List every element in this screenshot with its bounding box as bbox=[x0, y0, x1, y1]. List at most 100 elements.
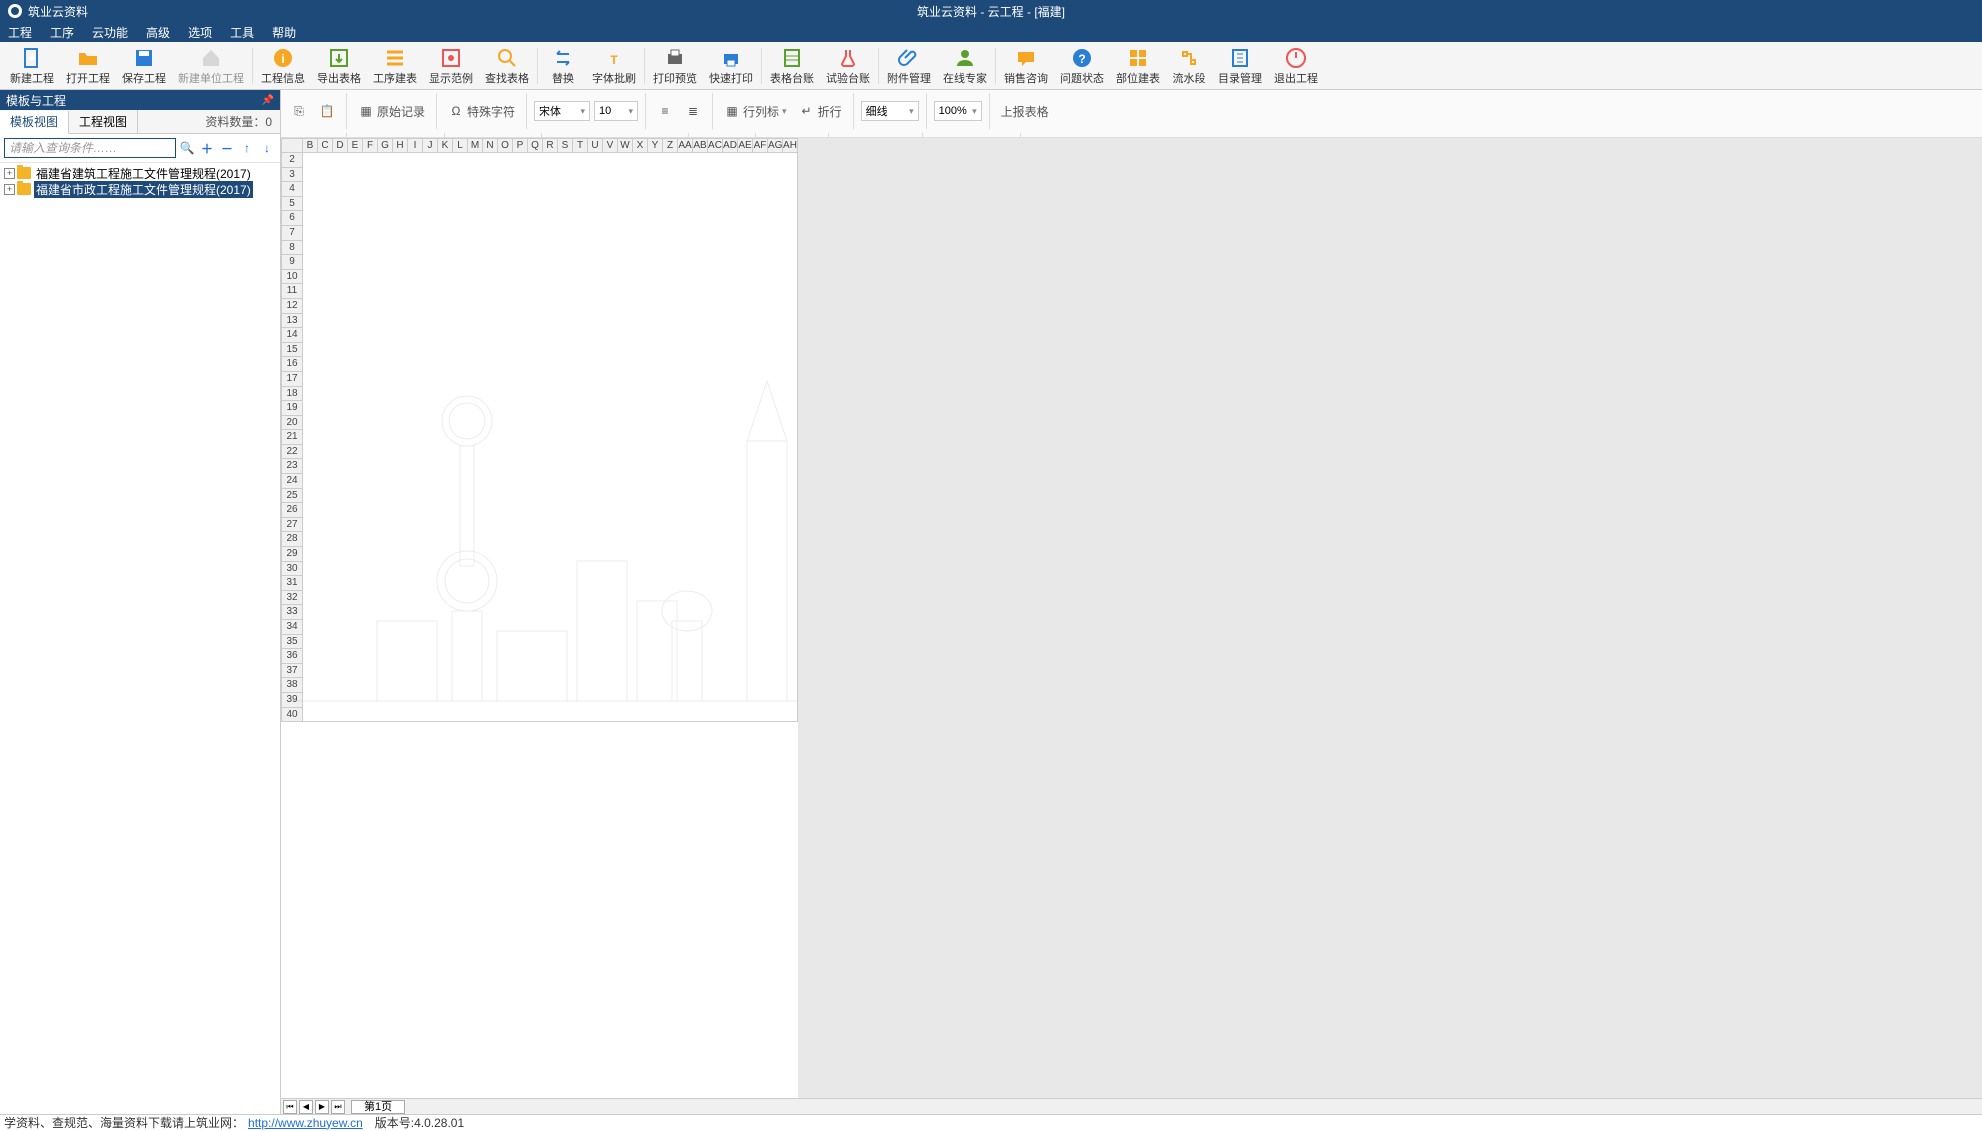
combo-100%[interactable]: 100% bbox=[934, 101, 982, 121]
col-header-V[interactable]: V bbox=[603, 138, 618, 153]
remove-icon[interactable]: － bbox=[218, 139, 236, 157]
col-header-N[interactable]: N bbox=[483, 138, 498, 153]
ribbon-上报表格[interactable]: 上报表格 bbox=[997, 101, 1053, 122]
sheet-prev-icon[interactable]: ◀ bbox=[299, 1100, 313, 1114]
row-header-10[interactable]: 10 bbox=[281, 270, 303, 285]
status-link[interactable]: http://www.zhuyew.cn bbox=[248, 1116, 363, 1130]
toolbar-显示范例[interactable]: 显示范例 bbox=[423, 44, 479, 88]
col-header-T[interactable]: T bbox=[573, 138, 588, 153]
col-header-AG[interactable]: AG bbox=[768, 138, 783, 153]
row-header-32[interactable]: 32 bbox=[281, 591, 303, 606]
col-header-J[interactable]: J bbox=[423, 138, 438, 153]
sheet-last-icon[interactable]: ⏭ bbox=[331, 1100, 345, 1114]
col-header-C[interactable]: C bbox=[318, 138, 333, 153]
toolbar-流水段[interactable]: 流水段 bbox=[1166, 44, 1212, 88]
row-header-17[interactable]: 17 bbox=[281, 372, 303, 387]
toolbar-保存工程[interactable]: 保存工程 bbox=[116, 44, 172, 88]
menu-6[interactable]: 帮助 bbox=[272, 24, 296, 41]
col-header-E[interactable]: E bbox=[348, 138, 363, 153]
row-header-6[interactable]: 6 bbox=[281, 211, 303, 226]
down-icon[interactable]: ↓ bbox=[258, 139, 276, 157]
row-header-7[interactable]: 7 bbox=[281, 226, 303, 241]
toolbar-字体批刷[interactable]: T字体批刷 bbox=[586, 44, 642, 88]
row-header-21[interactable]: 21 bbox=[281, 430, 303, 445]
col-header-AE[interactable]: AE bbox=[738, 138, 753, 153]
combo-10[interactable]: 10 bbox=[594, 101, 638, 121]
sheet-first-icon[interactable]: ⏮ bbox=[283, 1100, 297, 1114]
expand-icon[interactable]: + bbox=[4, 184, 15, 195]
row-header-14[interactable]: 14 bbox=[281, 328, 303, 343]
menu-4[interactable]: 选项 bbox=[188, 24, 212, 41]
toolbar-打印预览[interactable]: 打印预览 bbox=[647, 44, 703, 88]
col-header-AH[interactable]: AH bbox=[783, 138, 798, 153]
row-header-36[interactable]: 36 bbox=[281, 649, 303, 664]
row-header-12[interactable]: 12 bbox=[281, 299, 303, 314]
toolbar-在线专家[interactable]: 在线专家 bbox=[937, 44, 993, 88]
row-header-37[interactable]: 37 bbox=[281, 664, 303, 679]
ribbon-行列标[interactable]: ▦行列标▾ bbox=[720, 101, 791, 122]
col-header-M[interactable]: M bbox=[468, 138, 483, 153]
col-header-AC[interactable]: AC bbox=[708, 138, 723, 153]
col-header-H[interactable]: H bbox=[393, 138, 408, 153]
toolbar-工序建表[interactable]: 工序建表 bbox=[367, 44, 423, 88]
col-header-Q[interactable]: Q bbox=[528, 138, 543, 153]
toolbar-快速打印[interactable]: 快速打印 bbox=[703, 44, 759, 88]
menu-1[interactable]: 工序 bbox=[50, 24, 74, 41]
menu-3[interactable]: 高级 bbox=[146, 24, 170, 41]
row-header-15[interactable]: 15 bbox=[281, 343, 303, 358]
menu-5[interactable]: 工具 bbox=[230, 24, 254, 41]
tree-item-0[interactable]: +福建省建筑工程施工文件管理规程(2017) bbox=[0, 165, 280, 181]
up-icon[interactable]: ↑ bbox=[238, 139, 256, 157]
row-header-39[interactable]: 39 bbox=[281, 693, 303, 708]
col-header-K[interactable]: K bbox=[438, 138, 453, 153]
row-header-38[interactable]: 38 bbox=[281, 678, 303, 693]
col-header-P[interactable]: P bbox=[513, 138, 528, 153]
expand-icon[interactable]: + bbox=[4, 168, 15, 179]
row-header-25[interactable]: 25 bbox=[281, 489, 303, 504]
menu-0[interactable]: 工程 bbox=[8, 24, 32, 41]
ribbon-copy[interactable]: ⎘ bbox=[287, 101, 311, 121]
row-header-31[interactable]: 31 bbox=[281, 576, 303, 591]
search-icon[interactable]: 🔍 bbox=[178, 139, 196, 157]
row-header-23[interactable]: 23 bbox=[281, 459, 303, 474]
row-header-27[interactable]: 27 bbox=[281, 518, 303, 533]
ribbon-align-left[interactable]: ≡ bbox=[653, 101, 677, 121]
toolbar-目录管理[interactable]: 目录管理 bbox=[1212, 44, 1268, 88]
row-header-28[interactable]: 28 bbox=[281, 532, 303, 547]
row-header-5[interactable]: 5 bbox=[281, 197, 303, 212]
toolbar-新建工程[interactable]: 新建工程 bbox=[4, 44, 60, 88]
row-header-34[interactable]: 34 bbox=[281, 620, 303, 635]
row-header-8[interactable]: 8 bbox=[281, 241, 303, 256]
tab-template-view[interactable]: 模板视图 bbox=[0, 111, 69, 134]
toolbar-问题状态[interactable]: ?问题状态 bbox=[1054, 44, 1110, 88]
pin-icon[interactable]: 📌 bbox=[262, 95, 274, 106]
row-header-3[interactable]: 3 bbox=[281, 168, 303, 183]
col-header-D[interactable]: D bbox=[333, 138, 348, 153]
cells-area[interactable] bbox=[303, 153, 798, 722]
toolbar-替换[interactable]: 替换 bbox=[540, 44, 586, 88]
ribbon-折行[interactable]: ↵折行 bbox=[795, 101, 846, 122]
row-header-30[interactable]: 30 bbox=[281, 562, 303, 577]
col-header-R[interactable]: R bbox=[543, 138, 558, 153]
toolbar-销售咨询[interactable]: 销售咨询 bbox=[998, 44, 1054, 88]
ribbon-特殊字符[interactable]: Ω特殊字符 bbox=[444, 101, 519, 122]
row-header-4[interactable]: 4 bbox=[281, 182, 303, 197]
add-icon[interactable]: ＋ bbox=[198, 139, 216, 157]
toolbar-附件管理[interactable]: 附件管理 bbox=[881, 44, 937, 88]
col-header-I[interactable]: I bbox=[408, 138, 423, 153]
tab-project-view[interactable]: 工程视图 bbox=[69, 110, 138, 133]
col-header-X[interactable]: X bbox=[633, 138, 648, 153]
col-header-L[interactable]: L bbox=[453, 138, 468, 153]
toolbar-试验台账[interactable]: 试验台账 bbox=[820, 44, 876, 88]
row-header-35[interactable]: 35 bbox=[281, 635, 303, 650]
combo-宋体[interactable]: 宋体 bbox=[534, 101, 590, 121]
col-header-S[interactable]: S bbox=[558, 138, 573, 153]
col-header-B[interactable]: B bbox=[303, 138, 318, 153]
row-header-18[interactable]: 18 bbox=[281, 387, 303, 402]
row-header-26[interactable]: 26 bbox=[281, 503, 303, 518]
col-header-AB[interactable]: AB bbox=[693, 138, 708, 153]
toolbar-打开工程[interactable]: 打开工程 bbox=[60, 44, 116, 88]
col-header-G[interactable]: G bbox=[378, 138, 393, 153]
col-header-U[interactable]: U bbox=[588, 138, 603, 153]
sheet-next-icon[interactable]: ▶ bbox=[315, 1100, 329, 1114]
